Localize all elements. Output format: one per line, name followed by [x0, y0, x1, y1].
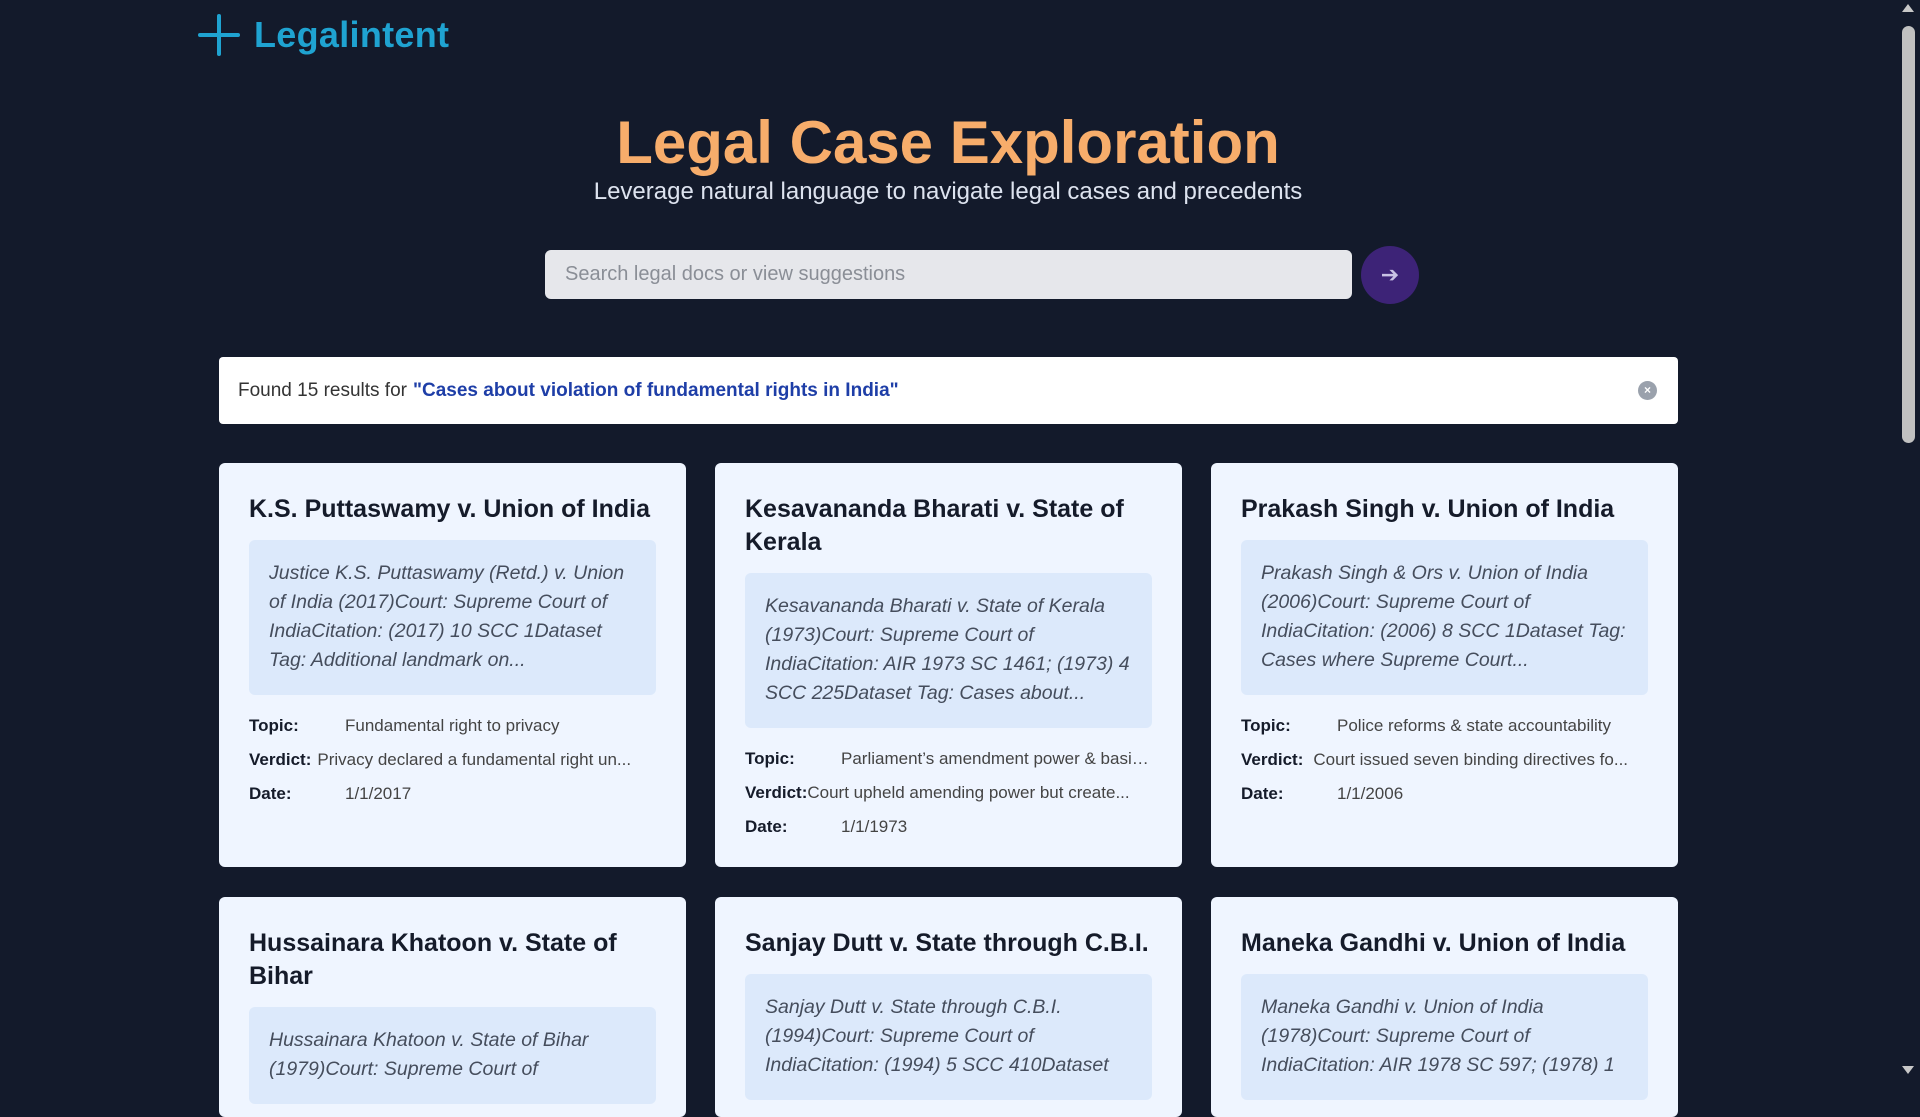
case-topic: Fundamental right to privacy	[345, 716, 560, 735]
page-subtitle: Leverage natural language to navigate le…	[593, 178, 1303, 205]
verdict-label: Verdict:	[249, 750, 312, 769]
search-input[interactable]	[545, 250, 1352, 299]
case-card[interactable]: K.S. Puttaswamy v. Union of India Justic…	[219, 463, 686, 867]
date-label: Date:	[249, 784, 292, 803]
plus-logo-icon	[198, 14, 240, 56]
search-submit-button[interactable]: ➔	[1361, 246, 1419, 304]
case-date-row: Date: 1/1/2006	[1241, 783, 1648, 805]
topic-label: Topic:	[249, 716, 299, 735]
page-scrollbar[interactable]	[1896, 0, 1920, 1080]
case-date-row: Date: 1/1/1973	[745, 816, 1152, 838]
case-summary: Sanjay Dutt v. State through C.B.I. (199…	[745, 974, 1152, 1100]
case-verdict-row: Verdict: Court issued seven binding dire…	[1241, 749, 1648, 771]
results-count-text: Found 15 results for	[238, 379, 407, 401]
results-summary: Found 15 results for "Cases about violat…	[219, 357, 1678, 424]
case-card[interactable]: Prakash Singh v. Union of India Prakash …	[1211, 463, 1678, 867]
case-title: K.S. Puttaswamy v. Union of India	[249, 495, 650, 523]
case-summary: Prakash Singh & Ors v. Union of India (2…	[1241, 540, 1648, 695]
case-verdict-row: Verdict: Court upheld amending power but…	[745, 782, 1152, 804]
case-topic-row: Topic: Parliament’s amendment power & ba…	[745, 748, 1152, 770]
case-summary: Hussainara Khatoon v. State of Bihar (19…	[249, 1007, 656, 1104]
scroll-up-arrow-icon[interactable]	[1902, 4, 1914, 12]
close-circle-icon: ×	[1643, 383, 1651, 397]
case-date: 1/1/2017	[345, 784, 412, 803]
case-topic: Police reforms & state accountability	[1337, 716, 1612, 735]
verdict-label: Verdict:	[745, 783, 808, 802]
case-date-row: Date: 1/1/2017	[249, 783, 656, 805]
case-title: Prakash Singh v. Union of India	[1241, 495, 1615, 523]
results-query: "Cases about violation of fundamental ri…	[412, 379, 899, 401]
case-date: 1/1/2006	[1337, 784, 1404, 803]
case-card[interactable]: Kesavananda Bharati v. State of Kerala K…	[715, 463, 1182, 867]
arrow-right-icon: ➔	[1380, 262, 1400, 287]
scrollbar-thumb[interactable]	[1902, 26, 1915, 443]
case-card[interactable]: Hussainara Khatoon v. State of Bihar Hus…	[219, 897, 686, 1117]
case-title: Hussainara Khatoon v. State of Bihar	[249, 929, 617, 990]
case-date: 1/1/1973	[841, 817, 908, 836]
case-topic-row: Topic: Police reforms & state accountabi…	[1241, 715, 1648, 737]
case-card[interactable]: Maneka Gandhi v. Union of India Maneka G…	[1211, 897, 1678, 1117]
topic-label: Topic:	[745, 749, 795, 768]
page-title: Legal Case Exploration	[616, 109, 1280, 176]
case-title: Maneka Gandhi v. Union of India	[1241, 929, 1626, 957]
date-label: Date:	[745, 817, 788, 836]
case-verdict: Privacy declared a fundamental right un.…	[317, 750, 632, 769]
case-topic: Parliament’s amendment power & basic-...	[841, 749, 1152, 768]
case-title: Kesavananda Bharati v. State of Kerala	[745, 495, 1124, 556]
case-verdict-row: Verdict: Privacy declared a fundamental …	[249, 749, 656, 771]
case-verdict: Court upheld amending power but create..…	[807, 783, 1130, 802]
case-topic-row: Topic: Fundamental right to privacy	[249, 715, 656, 737]
case-summary: Justice K.S. Puttaswamy (Retd.) v. Union…	[249, 540, 656, 695]
case-title: Sanjay Dutt v. State through C.B.I.	[745, 929, 1149, 957]
case-summary: Maneka Gandhi v. Union of India (1978)Co…	[1241, 974, 1648, 1100]
brand-logo[interactable]: Legalintent	[198, 14, 449, 56]
clear-results-button[interactable]: ×	[1638, 381, 1657, 400]
topic-label: Topic:	[1241, 716, 1291, 735]
brand-name: Legalintent	[254, 14, 450, 55]
case-verdict: Court issued seven binding directives fo…	[1313, 750, 1629, 769]
verdict-label: Verdict:	[1241, 750, 1304, 769]
case-card[interactable]: Sanjay Dutt v. State through C.B.I. Sanj…	[715, 897, 1182, 1117]
date-label: Date:	[1241, 784, 1284, 803]
scroll-down-arrow-icon[interactable]	[1902, 1066, 1914, 1074]
case-summary: Kesavananda Bharati v. State of Kerala (…	[745, 573, 1152, 728]
